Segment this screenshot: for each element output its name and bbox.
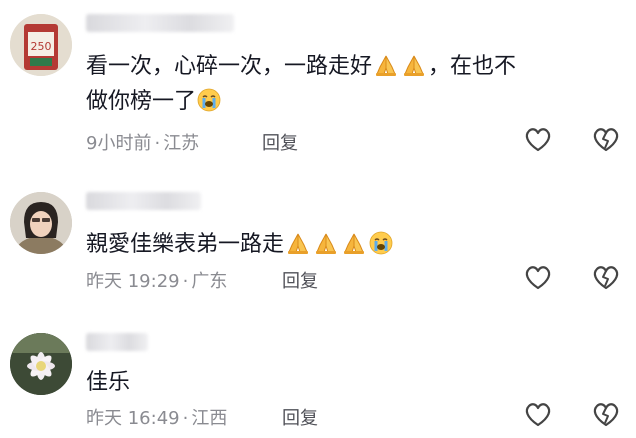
meta-separator: · <box>182 271 189 292</box>
heart-outline-icon <box>525 403 551 427</box>
comment-item: 佳乐 昨天 16:49 · 江西 回复 <box>0 310 636 438</box>
comment-text-part: 做你榜一了 <box>86 89 197 114</box>
comment-meta: 9小时前 · 江苏 <box>86 129 199 155</box>
avatar[interactable] <box>10 333 72 395</box>
reply-button[interactable]: 回复 <box>282 404 318 430</box>
reply-button[interactable]: 回复 <box>262 129 298 155</box>
dislike-button[interactable] <box>591 263 621 291</box>
pray-emoji-icon <box>313 231 339 266</box>
comment-text: 親愛佳樂表弟一路走 <box>86 227 394 266</box>
broken-heart-icon <box>593 266 619 290</box>
username-blurred[interactable] <box>86 333 148 351</box>
avatar[interactable] <box>10 192 72 254</box>
comment-text: 佳乐 <box>86 365 130 400</box>
comment-meta: 昨天 19:29 · 广东 <box>86 267 227 293</box>
comment-text-part: 親愛佳樂表弟一路走 <box>86 232 285 257</box>
dislike-button[interactable] <box>591 125 621 153</box>
crying-emoji-icon <box>197 88 221 123</box>
comment-location: 广东 <box>191 271 228 292</box>
avatar[interactable]: 250 <box>10 14 72 76</box>
reply-button[interactable]: 回复 <box>282 267 318 293</box>
comment-text: 看一次，心碎一次，一路走好 ，在也不 <box>86 49 516 88</box>
comment-text-part: ，在也不 <box>428 54 517 79</box>
comment-location: 江西 <box>191 408 228 429</box>
meta-separator: · <box>182 408 189 429</box>
pray-emoji-icon <box>373 53 399 88</box>
comment-text-part: 看一次，心碎一次，一路走好 <box>86 54 373 79</box>
username-blurred[interactable] <box>86 192 201 210</box>
like-button[interactable] <box>523 263 553 291</box>
heart-outline-icon <box>525 128 551 152</box>
dislike-button[interactable] <box>591 400 621 428</box>
comment-text-part: 佳乐 <box>86 370 131 395</box>
meta-separator: · <box>154 133 161 154</box>
heart-outline-icon <box>525 266 551 290</box>
comment-time: 昨天 16:49 <box>86 408 180 429</box>
pray-emoji-icon <box>401 53 427 88</box>
comment-item: 親愛佳樂表弟一路走 昨天 19:29 · 广东 回复 <box>0 170 636 310</box>
comment-text-line2: 做你榜一了 <box>86 84 222 123</box>
comment-location: 江苏 <box>163 133 200 154</box>
pray-emoji-icon <box>285 231 311 266</box>
pray-emoji-icon <box>341 231 367 266</box>
username-blurred[interactable] <box>86 14 234 32</box>
comment-time: 9小时前 <box>86 133 152 154</box>
avatar-tag: 250 <box>31 40 52 53</box>
comment-item: 250 看一次，心碎一次，一路走好 ，在也不 做你榜一了 9小时前 · 江苏 回复 <box>0 0 636 170</box>
crying-emoji-icon <box>369 231 393 266</box>
like-button[interactable] <box>523 400 553 428</box>
comment-meta: 昨天 16:49 · 江西 <box>86 404 227 430</box>
broken-heart-icon <box>593 128 619 152</box>
comment-time: 昨天 19:29 <box>86 271 180 292</box>
like-button[interactable] <box>523 125 553 153</box>
broken-heart-icon <box>593 403 619 427</box>
